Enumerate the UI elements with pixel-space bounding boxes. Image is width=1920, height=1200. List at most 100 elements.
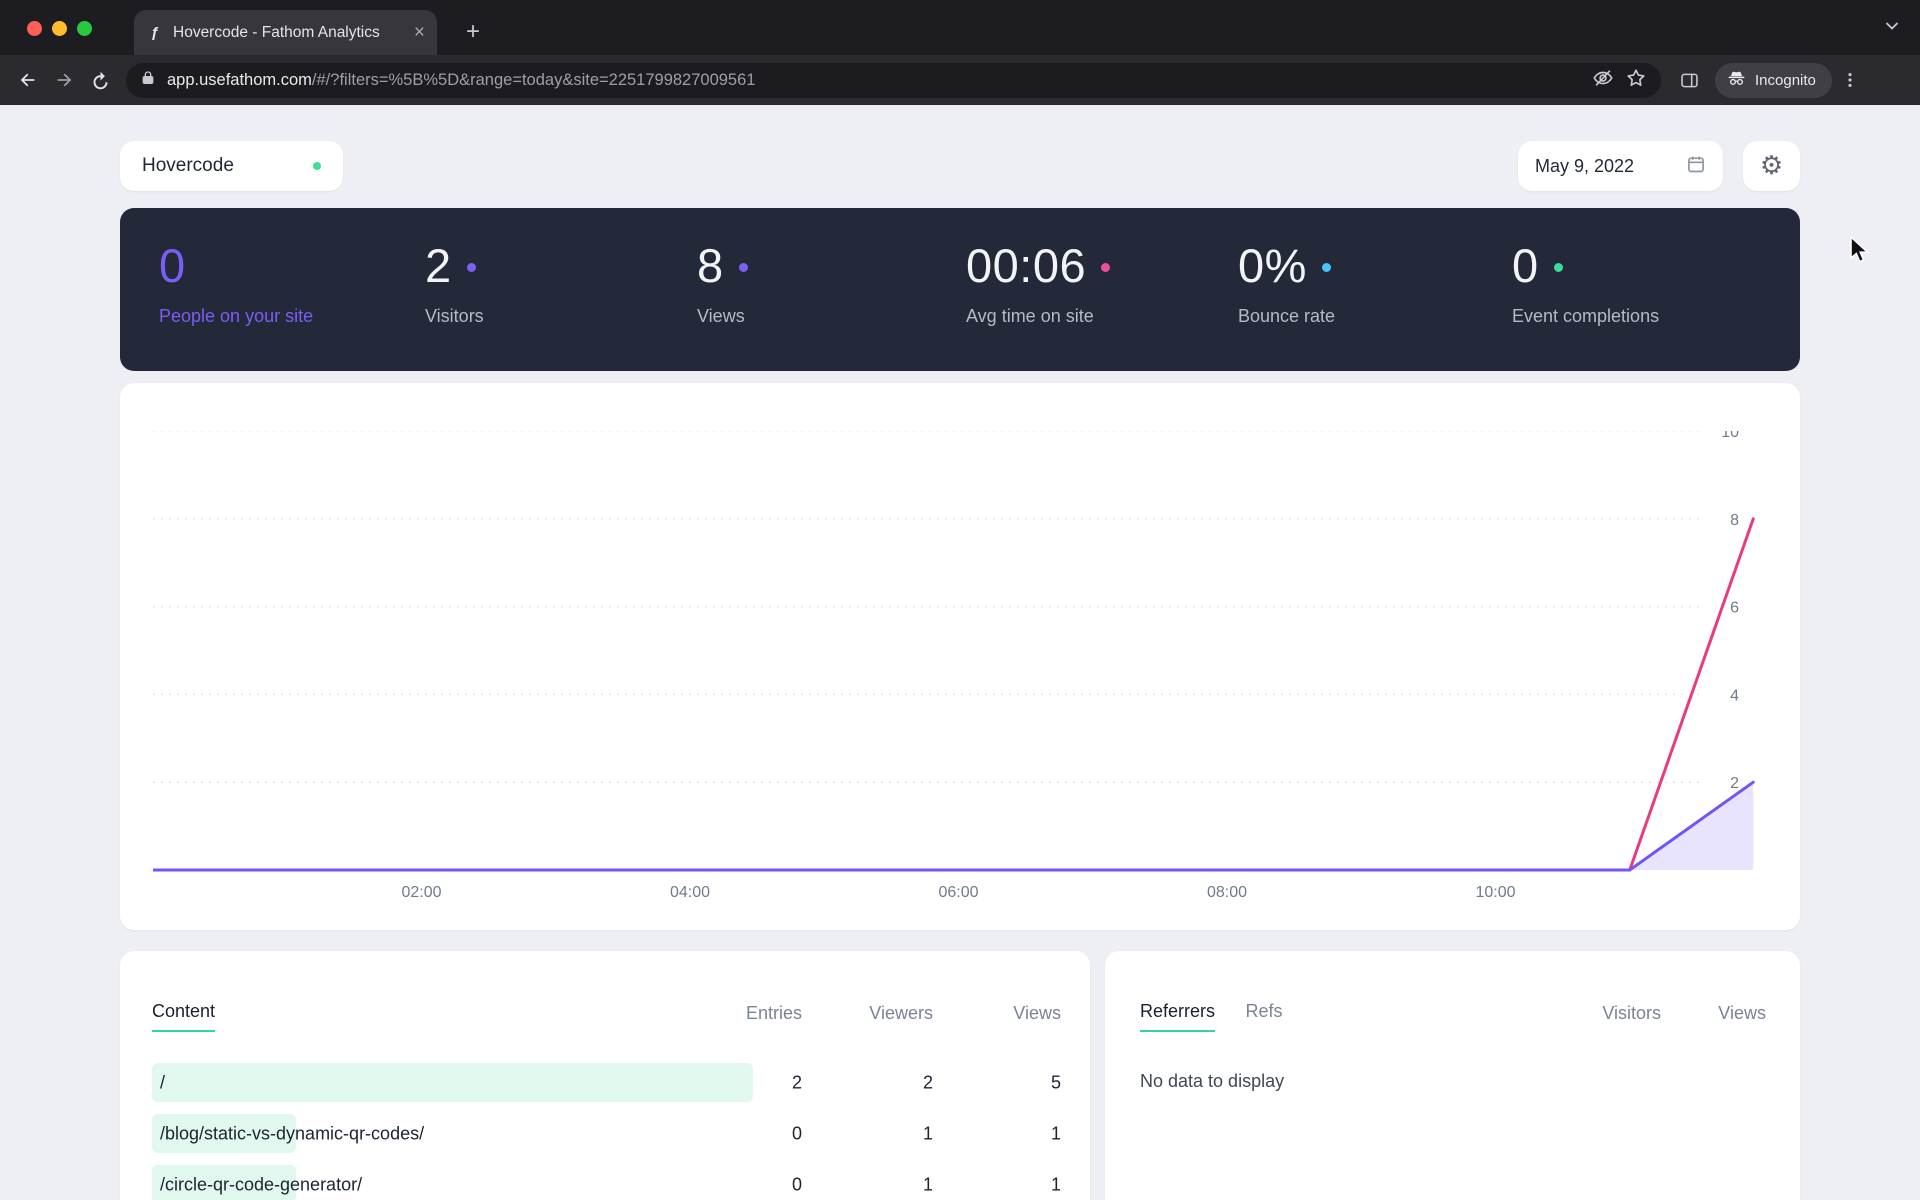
column-header-viewers: Viewers bbox=[869, 1003, 933, 1023]
stat-label: People on your site bbox=[159, 306, 314, 326]
column-header-entries: Entries bbox=[745, 1003, 802, 1023]
tab-content[interactable]: Content bbox=[152, 1001, 216, 1032]
stat-visitors: 2 Visitors bbox=[425, 238, 484, 327]
stat-bounce-rate: 0% Bounce rate bbox=[1238, 238, 1335, 327]
stat-label: Avg time on site bbox=[966, 306, 1094, 326]
svg-text:06:00: 06:00 bbox=[938, 884, 978, 901]
stat-views: 8 Views bbox=[697, 238, 748, 327]
window-minimize-button[interactable] bbox=[52, 21, 67, 36]
browser-tab[interactable]: ƒ Hovercode - Fathom Analytics × bbox=[134, 10, 437, 55]
mouse-cursor bbox=[1850, 236, 1870, 263]
address-bar[interactable]: app.usefathom.com/#/?filters=%5B%5D&rang… bbox=[126, 62, 1661, 98]
entries-value: 2 bbox=[791, 1072, 802, 1092]
stat-dot bbox=[738, 263, 748, 272]
browser-tab-strip: ƒ Hovercode - Fathom Analytics × + bbox=[0, 0, 1920, 55]
stat-avg-time-on-site: 00:06 Avg time on site bbox=[966, 238, 1111, 327]
url-text[interactable]: app.usefathom.com/#/?filters=%5B%5D&rang… bbox=[167, 71, 1581, 90]
incognito-icon bbox=[1727, 69, 1746, 92]
reload-button[interactable] bbox=[82, 62, 118, 98]
svg-text:10:00: 10:00 bbox=[1475, 884, 1515, 901]
stat-value: 0 bbox=[1512, 239, 1539, 292]
svg-text:4: 4 bbox=[1730, 687, 1739, 704]
viewers-value: 1 bbox=[922, 1123, 933, 1143]
window-zoom-button[interactable] bbox=[77, 21, 92, 36]
traffic-chart-card: 2 4 6 8 10 02:00 04:00 06:00 08:00 10:00 bbox=[120, 383, 1800, 930]
page-path[interactable]: / bbox=[160, 1072, 165, 1093]
settings-button[interactable]: ⚙ bbox=[1743, 141, 1800, 191]
stat-value: 2 bbox=[425, 239, 452, 292]
referrers-card-header: Referrers Refs Visitors Views bbox=[1140, 1001, 1766, 1032]
window-close-button[interactable] bbox=[27, 21, 42, 36]
stats-bar: 0 People on your site 2 Visitors 8 Views 00:06… bbox=[120, 208, 1800, 371]
fathom-dashboard: Hovercode May 9, 2022 ⚙ 0 People on your … bbox=[0, 105, 1920, 1200]
traffic-chart-svg: 2 4 6 8 10 02:00 04:00 06:00 08:00 10:00 bbox=[153, 431, 1755, 901]
content-row[interactable]: / 2 2 5 bbox=[152, 1057, 1061, 1108]
svg-text:08:00: 08:00 bbox=[1207, 884, 1247, 901]
empty-state-message: No data to display bbox=[1140, 1071, 1285, 1091]
stat-dot bbox=[1553, 263, 1563, 272]
back-button[interactable] bbox=[10, 62, 46, 98]
svg-text:02:00: 02:00 bbox=[401, 884, 441, 901]
stat-value: 0 bbox=[159, 239, 186, 292]
tab-title: Hovercode - Fathom Analytics bbox=[173, 23, 380, 41]
tab-referrers[interactable]: Referrers bbox=[1140, 1001, 1216, 1032]
views-value: 5 bbox=[1050, 1072, 1061, 1092]
site-name: Hovercode bbox=[142, 155, 234, 176]
secure-lock-icon[interactable] bbox=[140, 70, 156, 91]
column-header-visitors: Visitors bbox=[1602, 1003, 1661, 1023]
stat-event-completions: 0 Event completions bbox=[1512, 238, 1659, 327]
page-path[interactable]: /blog/static-vs-dynamic-qr-codes/ bbox=[160, 1123, 424, 1144]
forward-button[interactable] bbox=[46, 62, 82, 98]
stat-label: Event completions bbox=[1512, 306, 1660, 326]
incognito-badge: Incognito bbox=[1715, 62, 1832, 98]
stat-dot bbox=[1321, 263, 1331, 272]
views-value: 1 bbox=[1050, 1174, 1061, 1194]
site-selector-button[interactable]: Hovercode bbox=[120, 141, 343, 191]
stat-label: Bounce rate bbox=[1238, 306, 1336, 326]
url-domain: app.usefathom.com bbox=[167, 70, 312, 89]
column-header-views: Views bbox=[1013, 1003, 1061, 1023]
column-header-views: Views bbox=[1718, 1003, 1766, 1023]
stat-label: Views bbox=[697, 306, 745, 326]
content-row[interactable]: /blog/static-vs-dynamic-qr-codes/0 1 1 bbox=[152, 1108, 1061, 1159]
browser-menu-icon[interactable] bbox=[1832, 62, 1868, 98]
date-range-label: May 9, 2022 bbox=[1535, 155, 1635, 176]
svg-text:8: 8 bbox=[1730, 512, 1739, 529]
url-path: /#/?filters=%5B%5D&range=today&site=2251… bbox=[311, 70, 756, 89]
svg-text:2: 2 bbox=[1730, 775, 1739, 792]
bookmark-star-icon[interactable] bbox=[1625, 67, 1647, 94]
entries-value: 0 bbox=[791, 1174, 802, 1194]
stat-dot bbox=[1101, 263, 1111, 272]
content-card-header: Content Entries Viewers Views bbox=[152, 1001, 1061, 1032]
stat-people-on-your-site: 0 People on your site bbox=[159, 238, 313, 327]
stat-value: 00:06 bbox=[966, 239, 1087, 292]
content-row[interactable]: /circle-qr-code-generator/0 1 1 bbox=[152, 1159, 1061, 1200]
calendar-icon bbox=[1686, 154, 1706, 179]
gear-icon: ⚙ bbox=[1759, 151, 1784, 181]
site-live-dot bbox=[313, 162, 321, 170]
eye-off-icon[interactable] bbox=[1592, 67, 1614, 94]
fathom-favicon-icon: ƒ bbox=[150, 24, 160, 41]
browser-toolbar: app.usefathom.com/#/?filters=%5B%5D&rang… bbox=[0, 55, 1920, 105]
window-controls bbox=[27, 21, 92, 36]
content-card: Content Entries Viewers Views / 2 2 5/blog/… bbox=[120, 951, 1090, 1200]
date-range-button[interactable]: May 9, 2022 bbox=[1518, 141, 1723, 191]
viewers-value: 1 bbox=[922, 1174, 933, 1194]
svg-text:04:00: 04:00 bbox=[670, 884, 710, 901]
tab-refs[interactable]: Refs bbox=[1245, 1001, 1282, 1022]
viewers-value: 2 bbox=[922, 1072, 933, 1092]
entries-value: 0 bbox=[791, 1123, 802, 1143]
views-value: 1 bbox=[1050, 1123, 1061, 1143]
stat-value: 8 bbox=[697, 239, 724, 292]
page-path[interactable]: /circle-qr-code-generator/ bbox=[160, 1174, 362, 1195]
stat-dot bbox=[466, 263, 476, 272]
side-panel-icon[interactable] bbox=[1671, 62, 1707, 98]
new-tab-button[interactable]: + bbox=[458, 17, 488, 47]
incognito-label: Incognito bbox=[1755, 71, 1816, 89]
svg-text:6: 6 bbox=[1730, 600, 1739, 617]
stat-label: Visitors bbox=[425, 306, 484, 326]
stat-value: 0% bbox=[1238, 239, 1307, 292]
tab-search-chevron-icon[interactable] bbox=[1882, 16, 1902, 41]
svg-text:10: 10 bbox=[1721, 431, 1739, 441]
tab-close-icon[interactable]: × bbox=[414, 23, 425, 42]
